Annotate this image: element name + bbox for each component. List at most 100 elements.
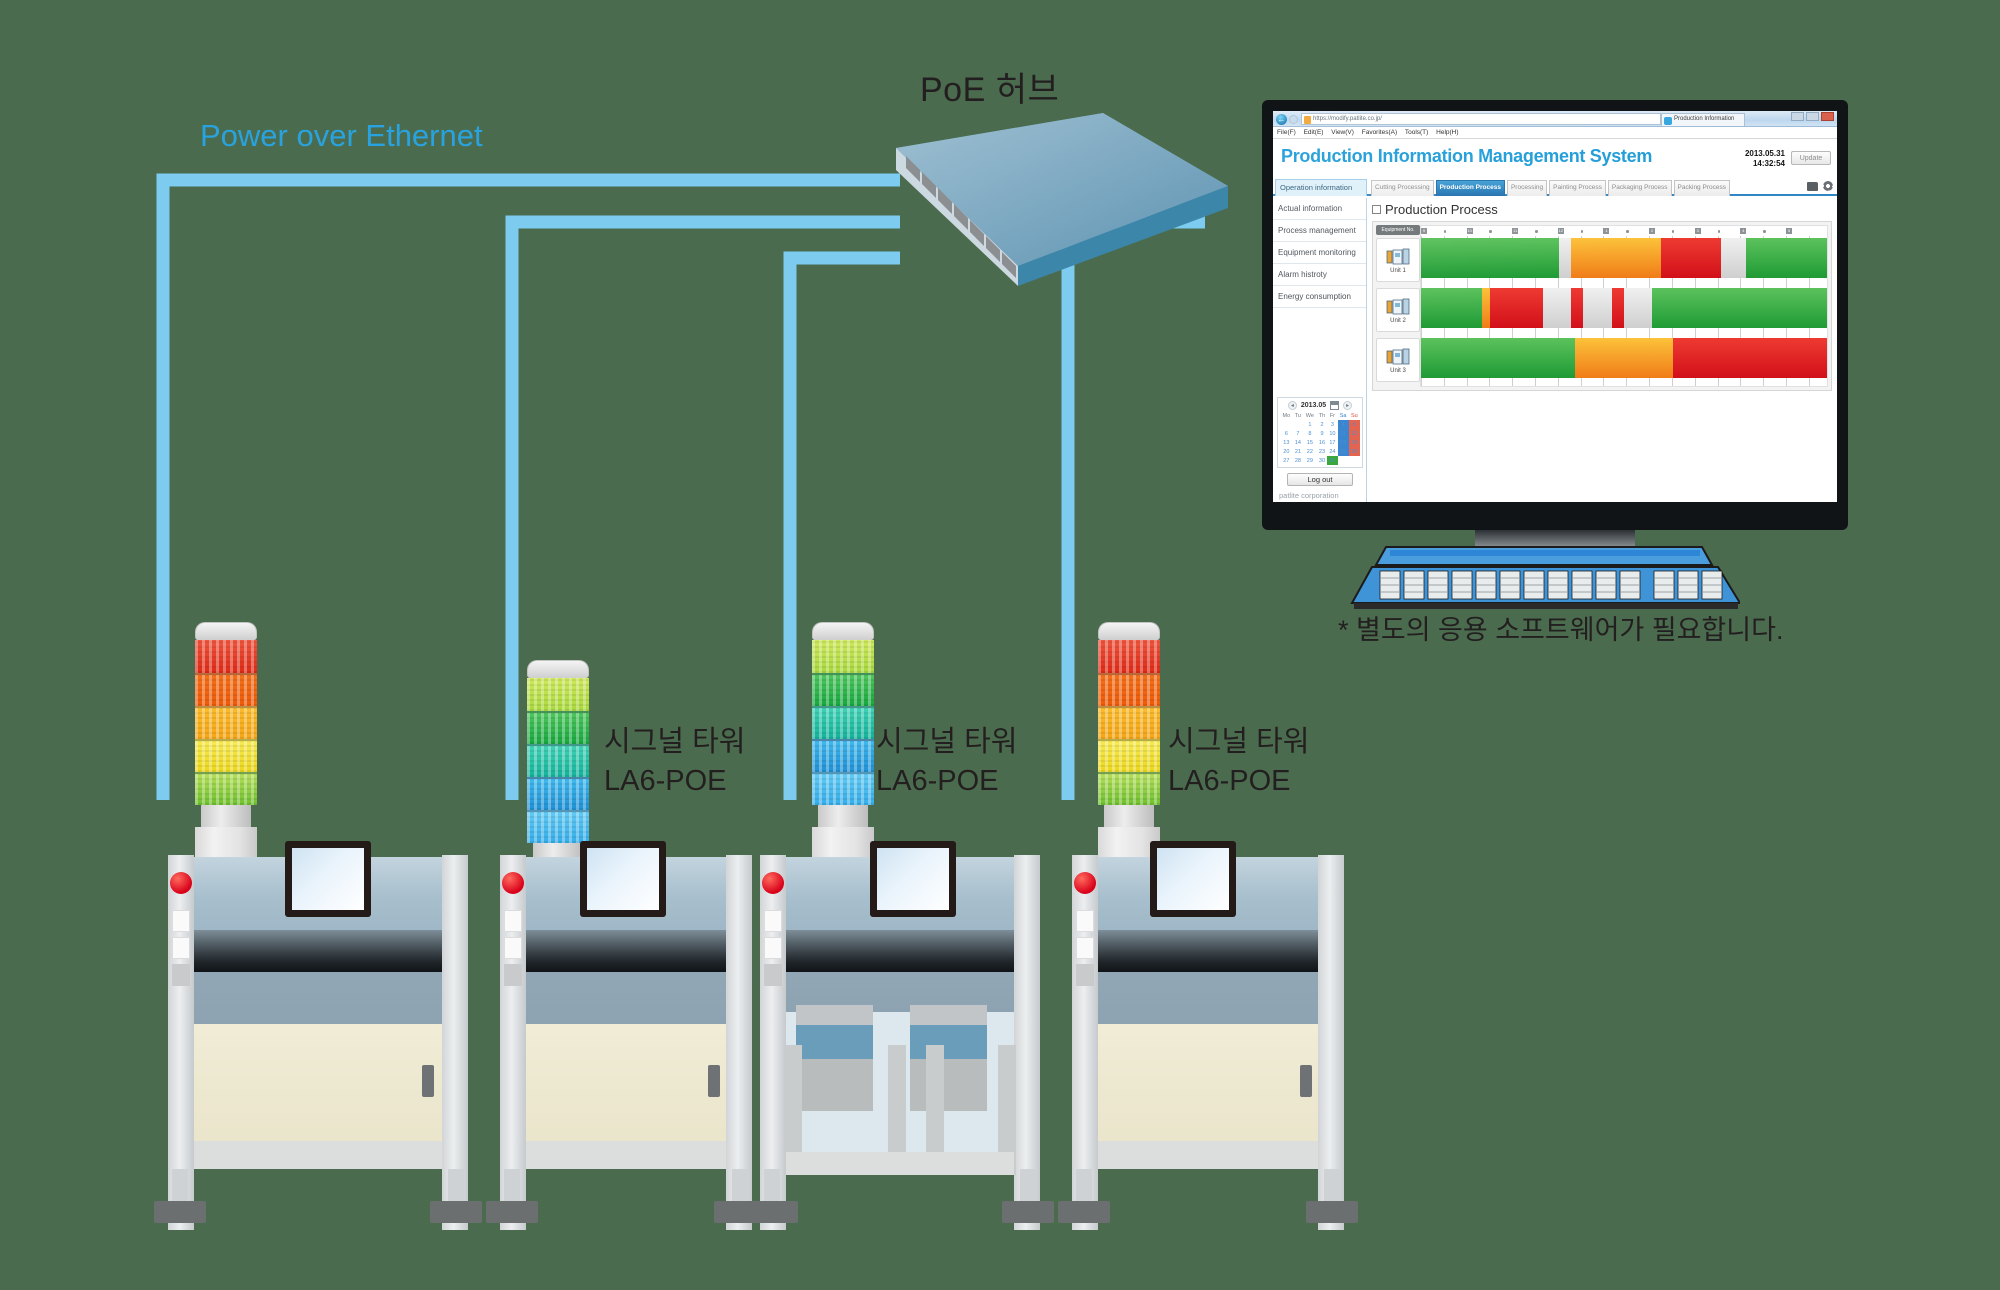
calendar-day[interactable]: 2: [1317, 420, 1328, 429]
calendar-day[interactable]: 30: [1317, 456, 1328, 465]
gantt-bar-row-unit-1[interactable]: [1421, 238, 1827, 278]
calendar-prev-button[interactable]: ◂: [1287, 401, 1297, 410]
calendar-day[interactable]: 7: [1293, 429, 1303, 438]
machine-hmi-panel[interactable]: [870, 841, 956, 917]
desktop-monitor: ← https://modify.patlite.co.jp/ Producti…: [1262, 100, 1848, 530]
tab-cutting-processing[interactable]: Cutting Processing: [1371, 180, 1434, 196]
back-arrow-icon[interactable]: ←: [1276, 113, 1287, 125]
calendar-day[interactable]: 24: [1327, 447, 1337, 456]
machine-button-2[interactable]: [172, 937, 190, 959]
tower-2-label-line2: LA6-POE: [604, 764, 727, 797]
machine-hmi-panel[interactable]: [580, 841, 666, 917]
calendar-day[interactable]: 22: [1303, 447, 1317, 456]
calendar-day[interactable]: 23: [1317, 447, 1328, 456]
close-button[interactable]: [1821, 112, 1834, 121]
calendar-day[interactable]: 11: [1337, 429, 1349, 438]
tab-processing[interactable]: Processing: [1506, 180, 1548, 196]
tab-packing-process[interactable]: Packing Process: [1673, 180, 1730, 196]
update-button[interactable]: Update: [1791, 151, 1831, 165]
gantt-bar-row-unit-3[interactable]: [1421, 338, 1827, 378]
checkbox-icon[interactable]: [1372, 205, 1381, 214]
calendar-day[interactable]: 19: [1348, 438, 1360, 447]
gear-icon[interactable]: [1823, 181, 1833, 191]
diagram-canvas: PoE 허브 Power over Ethernet * 별도의 응용 소프트웨…: [0, 0, 2000, 1290]
machine-door-handle[interactable]: [708, 1065, 720, 1097]
calendar-day[interactable]: 27: [1280, 456, 1293, 465]
tab-production-process[interactable]: Production Process: [1435, 180, 1505, 196]
menu-favorites[interactable]: Favorites(A): [1362, 129, 1397, 136]
calendar-day[interactable]: 12: [1348, 429, 1360, 438]
calendar-day[interactable]: 6: [1280, 429, 1293, 438]
calendar-day[interactable]: 28: [1293, 456, 1303, 465]
minimize-button[interactable]: [1791, 112, 1804, 121]
calendar-day[interactable]: [1338, 456, 1349, 465]
menu-file[interactable]: File(F): [1277, 129, 1296, 136]
machine-button-2[interactable]: [764, 937, 782, 959]
menu-view[interactable]: View(V): [1331, 129, 1354, 136]
machine-button-1[interactable]: [1076, 910, 1094, 932]
unit-card-2[interactable]: Unit 2: [1376, 288, 1420, 332]
machine-button-1[interactable]: [764, 910, 782, 932]
calendar-day[interactable]: 5: [1348, 420, 1360, 429]
calendar-day[interactable]: 18: [1337, 438, 1349, 447]
sidebar-item-energy-consumption[interactable]: Energy consumption: [1273, 286, 1366, 308]
calendar-day[interactable]: 25: [1337, 447, 1349, 456]
calendar-day[interactable]: 9: [1317, 429, 1328, 438]
gantt-bar-row-unit-2[interactable]: [1421, 288, 1827, 328]
calendar-day[interactable]: 4: [1337, 420, 1349, 429]
calendar-day[interactable]: [1349, 456, 1360, 465]
machine-button-3[interactable]: [764, 964, 782, 986]
sidebar-item-alarm-histroty[interactable]: Alarm histroty: [1273, 264, 1366, 286]
calendar-day[interactable]: 26: [1348, 447, 1360, 456]
tab-packaging-process[interactable]: Packaging Process: [1607, 180, 1672, 196]
forward-arrow-icon[interactable]: [1289, 114, 1298, 124]
calendar-day[interactable]: 21: [1293, 447, 1303, 456]
machine-door-handle[interactable]: [422, 1065, 434, 1097]
address-bar[interactable]: https://modify.patlite.co.jp/: [1301, 113, 1661, 125]
browser-tab[interactable]: Production Information: [1661, 113, 1745, 126]
machine-button-1[interactable]: [504, 910, 522, 932]
sidebar-item-equipment-monitoring[interactable]: Equipment monitoring: [1273, 242, 1366, 264]
calendar-day[interactable]: 3: [1327, 420, 1337, 429]
calendar-day[interactable]: 10: [1327, 429, 1337, 438]
calendar-day[interactable]: 8: [1303, 429, 1317, 438]
tab-painting-process[interactable]: Painting Process: [1549, 180, 1606, 196]
machine-button-1[interactable]: [172, 910, 190, 932]
calendar-day[interactable]: 14: [1293, 438, 1303, 447]
calendar-icon[interactable]: [1330, 401, 1340, 410]
calendar-day[interactable]: 20: [1280, 447, 1293, 456]
maximize-button[interactable]: [1806, 112, 1819, 121]
calendar-day[interactable]: [1280, 420, 1293, 429]
calendar-day[interactable]: 29: [1303, 456, 1317, 465]
desktop-keyboard[interactable]: [1350, 545, 1742, 613]
menu-help[interactable]: Help(H): [1436, 129, 1458, 136]
calendar-day[interactable]: 1: [1303, 420, 1317, 429]
machine-hmi-panel[interactable]: [285, 841, 371, 917]
tab-operation-information[interactable]: Operation information: [1275, 179, 1367, 196]
sidebar-item-actual-information[interactable]: Actual information: [1273, 198, 1366, 220]
calendar-day[interactable]: 15: [1303, 438, 1317, 447]
logout-button[interactable]: Log out: [1287, 473, 1353, 486]
gantt-segment-run: [1745, 238, 1827, 278]
menu-edit[interactable]: Edit(E): [1304, 129, 1324, 136]
calendar-day-today[interactable]: 31: [1327, 456, 1338, 465]
machine-hmi-panel[interactable]: [1150, 841, 1236, 917]
unit-card-1[interactable]: Unit 1: [1376, 238, 1420, 282]
machine-button-2[interactable]: [504, 937, 522, 959]
calendar-widget[interactable]: ◂ 2013.05 ▸ Mo Tu We Th Fr Sa Su 1 2 3 4…: [1277, 397, 1363, 468]
unit-card-3[interactable]: Unit 3: [1376, 338, 1420, 382]
machine-door-handle[interactable]: [1300, 1065, 1312, 1097]
calendar-day[interactable]: 16: [1317, 438, 1328, 447]
machine-button-3[interactable]: [504, 964, 522, 986]
sidebar-item-process-management[interactable]: Process management: [1273, 220, 1366, 242]
machine-status-lamp: [502, 872, 524, 894]
machine-button-3[interactable]: [1076, 964, 1094, 986]
machine-button-2[interactable]: [1076, 937, 1094, 959]
folder-icon[interactable]: [1807, 181, 1818, 191]
menu-tools[interactable]: Tools(T): [1405, 129, 1428, 136]
calendar-day[interactable]: 17: [1327, 438, 1337, 447]
machine-button-3[interactable]: [172, 964, 190, 986]
calendar-next-button[interactable]: ▸: [1343, 401, 1353, 410]
calendar-day[interactable]: [1293, 420, 1303, 429]
calendar-day[interactable]: 13: [1280, 438, 1293, 447]
